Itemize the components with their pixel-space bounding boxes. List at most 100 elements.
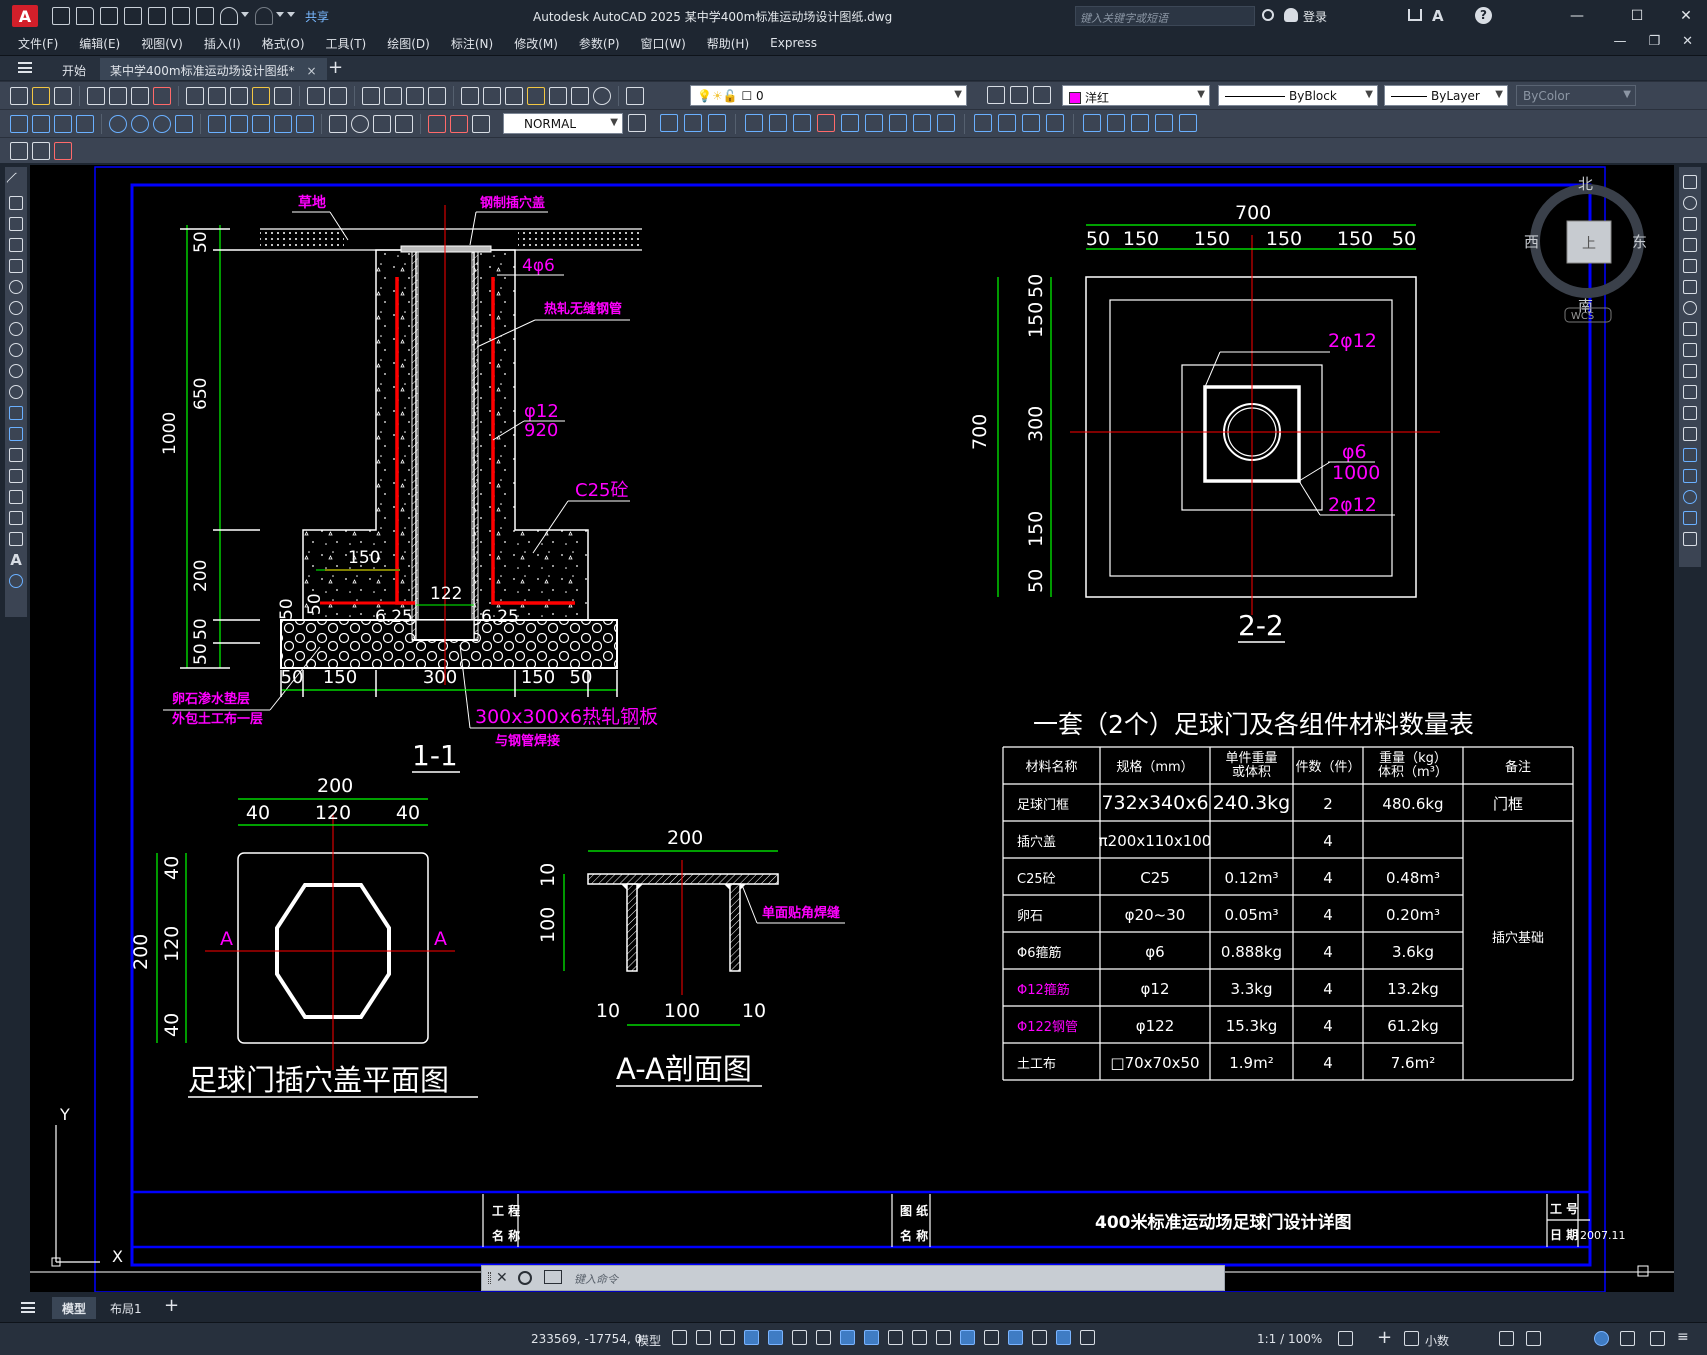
cut-icon[interactable] [186,87,204,105]
gradient-icon[interactable] [9,490,23,504]
help-icon[interactable] [593,87,611,105]
break-at-point-icon[interactable] [1683,406,1697,420]
quick-dim-icon[interactable] [208,115,226,133]
text-icon[interactable]: A [10,553,22,568]
copy-icon[interactable] [208,87,226,105]
layer-dropdown[interactable]: 💡☀🔓 ☐ 0 ▼ [690,85,967,106]
workspace-gear-icon[interactable] [1338,1331,1353,1346]
add-selected-icon[interactable] [9,574,23,588]
autodesk-app-icon[interactable]: A [1432,7,1444,25]
grid-icon[interactable] [672,1330,687,1345]
extend-icon[interactable] [1683,385,1697,399]
help-icon[interactable]: ? [1475,7,1492,24]
point-icon[interactable] [9,448,23,462]
3d-osnap-icon[interactable] [960,1330,975,1345]
line-icon[interactable] [6,172,26,192]
transparency-icon[interactable] [912,1330,927,1345]
menu-item-2[interactable]: 视图(V) [141,35,183,52]
dim-text-edit-icon[interactable] [450,115,468,133]
erase-icon[interactable] [1683,175,1697,189]
ellipse-arc-icon[interactable] [9,385,23,399]
paste-icon[interactable] [230,87,248,105]
tab-layout1[interactable]: 布局1 [100,1297,152,1319]
modify-icon-4[interactable] [817,114,835,132]
view-icon-3[interactable] [708,114,726,132]
share-button[interactable]: 共享 [305,8,329,25]
fillet-icon[interactable] [1683,490,1697,504]
open-icon[interactable] [76,7,94,25]
viewcube-east[interactable]: 东 [1632,233,1647,251]
color-dropdown[interactable]: 洋红 ▼ [1062,85,1210,106]
aligned-dim-icon[interactable] [32,115,50,133]
clean-screen-icon[interactable] [1650,1331,1665,1346]
solid-icon-7[interactable] [1131,114,1149,132]
arc-icon[interactable] [9,280,23,294]
construction-line-icon[interactable] [9,196,23,210]
units-icon[interactable] [1404,1331,1419,1346]
tab-model[interactable]: 模型 [52,1297,97,1319]
modify-icon-6[interactable] [865,114,883,132]
dim-style-icon[interactable] [628,114,646,132]
login-button[interactable]: 登录 [1303,8,1327,25]
annotation-visibility-icon[interactable] [1056,1330,1071,1345]
diameter-icon[interactable] [153,115,171,133]
menu-item-6[interactable]: 绘图(D) [387,35,430,52]
command-input[interactable]: 键入命令 [574,1271,618,1287]
solid-icon-6[interactable] [1107,114,1125,132]
view-icon-2[interactable] [684,114,702,132]
copy-object-icon[interactable] [1683,196,1697,210]
trim-icon[interactable] [1683,364,1697,378]
annotation-monitor-icon[interactable]: + [1377,1327,1392,1348]
dim-space-icon[interactable] [274,115,292,133]
polygon-icon[interactable] [9,238,23,252]
save-as-icon[interactable] [124,7,142,25]
ellipse-icon[interactable] [9,364,23,378]
minimize-button[interactable]: — [1567,6,1587,26]
revision-cloud-icon[interactable] [9,322,23,336]
dynamic-input-icon[interactable] [744,1330,759,1345]
tolerance-icon[interactable] [329,115,347,133]
units-dropdown[interactable]: 小数 [1425,1332,1449,1349]
pan-icon[interactable] [362,87,380,105]
add-layout-button[interactable]: + [164,1295,179,1316]
break-icon[interactable] [1683,427,1697,441]
search-icon[interactable] [1262,9,1274,21]
viewcube[interactable]: 上 北 南 东 西 WCS [1524,175,1647,323]
linear-dim-icon[interactable] [10,115,28,133]
modify-icon-3[interactable] [793,114,811,132]
menu-item-5[interactable]: 工具(T) [326,35,367,52]
3d-print-icon[interactable] [153,87,171,105]
maximize-button[interactable]: ☐ [1627,6,1647,26]
edit-icon-3[interactable] [54,142,72,160]
jogged-linear-icon[interactable] [395,115,413,133]
explode-icon[interactable] [1683,532,1697,546]
join-icon[interactable] [1683,448,1697,462]
calculator-icon[interactable] [571,87,589,105]
search-input[interactable]: 键入关键字或短语 [1075,6,1255,26]
mirror-icon[interactable] [1683,217,1697,231]
modify-icon-7[interactable] [889,114,907,132]
linetype-dropdown[interactable]: ByBlock ▼ [1218,85,1378,106]
command-close-icon[interactable]: ✕ [496,1270,508,1286]
match-properties-icon[interactable] [252,87,270,105]
object-snap-icon[interactable] [864,1330,879,1345]
object-snap-tracking-icon[interactable] [840,1330,855,1345]
solid-icon-3[interactable] [1022,114,1040,132]
center-mark-icon[interactable] [351,115,369,133]
chamfer-icon[interactable] [1683,469,1697,483]
menu-item-1[interactable]: 编辑(E) [79,35,120,52]
make-block-icon[interactable] [9,427,23,441]
layer-states-icon[interactable] [1033,86,1051,104]
dim-edit-icon[interactable] [428,115,446,133]
open-icon[interactable] [32,87,50,105]
user-icon[interactable] [1284,8,1298,22]
tab-close-icon[interactable]: × [306,64,316,78]
solid-icon-5[interactable] [1083,114,1101,132]
menu-item-11[interactable]: 帮助(H) [707,35,749,52]
offset-icon[interactable] [1683,238,1697,252]
recent-commands-icon[interactable] [544,1270,562,1284]
plot-preview-icon[interactable] [109,87,127,105]
layout-menu-icon[interactable] [21,1302,35,1313]
menu-item-10[interactable]: 窗口(W) [641,35,686,52]
viewcube-face[interactable]: 上 [1582,236,1596,252]
